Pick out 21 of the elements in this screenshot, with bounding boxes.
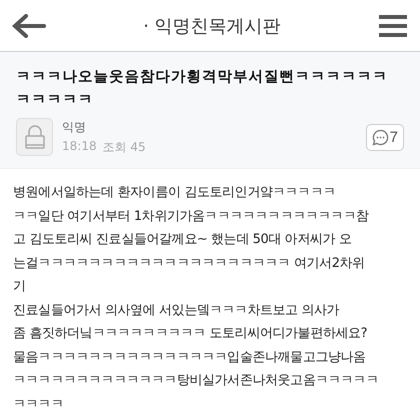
comment-count-button[interactable]: 7 — [366, 124, 404, 150]
post-title-line: ㅋㅋㅋ나오늘웃음참다가횡격막부서질뻔ㅋㅋㅋㅋㅋㅋ — [16, 68, 389, 87]
post-title-line: ㅋㅋㅋㅋㅋ — [16, 91, 94, 110]
body-text-line: 는걸ㅋㅋㅋㅋㅋㅋㅋㅋㅋㅋㅋㅋㅋㅋㅋㅋㅋㅋㅋㅋ 여기서2차위 — [13, 254, 365, 272]
body-text-line: ㅋㅋ일단 여기서부터 1차위기가옴ㅋㅋㅋㅋㅋㅋㅋㅋㅋㅋㅋㅋ참 — [13, 208, 369, 226]
speech-bubble-icon — [372, 128, 389, 146]
body-text-line: ㅋㅋㅋㅋ — [13, 396, 64, 414]
body-text-line: 고 김도토리씨 진료실들어갈께요~ 했는데 50대 아저씨가 오 — [13, 231, 352, 249]
body-text-line: 병원에서일하는데 환자이름이 김도토리인거얔ㅋㅋㅋㅋㅋ — [13, 184, 336, 202]
menu-icon[interactable] — [378, 14, 408, 38]
view-count: 조회 45 — [102, 138, 146, 156]
body-text-line: 진료실들어가서 의사옆에 서있는뎈ㅋㅋㅋ차트보고 의사가 — [13, 302, 340, 320]
board-title: · 익명친목게시판 — [143, 14, 281, 38]
body-text-line: 기 — [13, 278, 26, 296]
author-name: 익명 — [62, 118, 87, 136]
body-text-line: ㅋㅋㅋㅋㅋㅋㅋㅋㅋㅋㅋㅋㅋ탕비실가서존나처웃고옴ㅋㅋㅋㅋㅋ — [13, 372, 378, 390]
body-text-line: 좀 흠짓하더닠ㅋㅋㅋㅋㅋㅋㅋㅋㅋ 도토리씨어디가불편하세요? — [13, 325, 368, 343]
post-time: 18:18 — [62, 138, 97, 154]
back-arrow-icon[interactable] — [12, 14, 46, 38]
body-text-line: 물음ㅋㅋㅋㅋㅋㅋㅋㅋㅋㅋㅋㅋㅋㅋㅋ입술존나깨물고그냥나옴 — [13, 348, 366, 366]
lock-avatar-icon — [16, 118, 53, 156]
